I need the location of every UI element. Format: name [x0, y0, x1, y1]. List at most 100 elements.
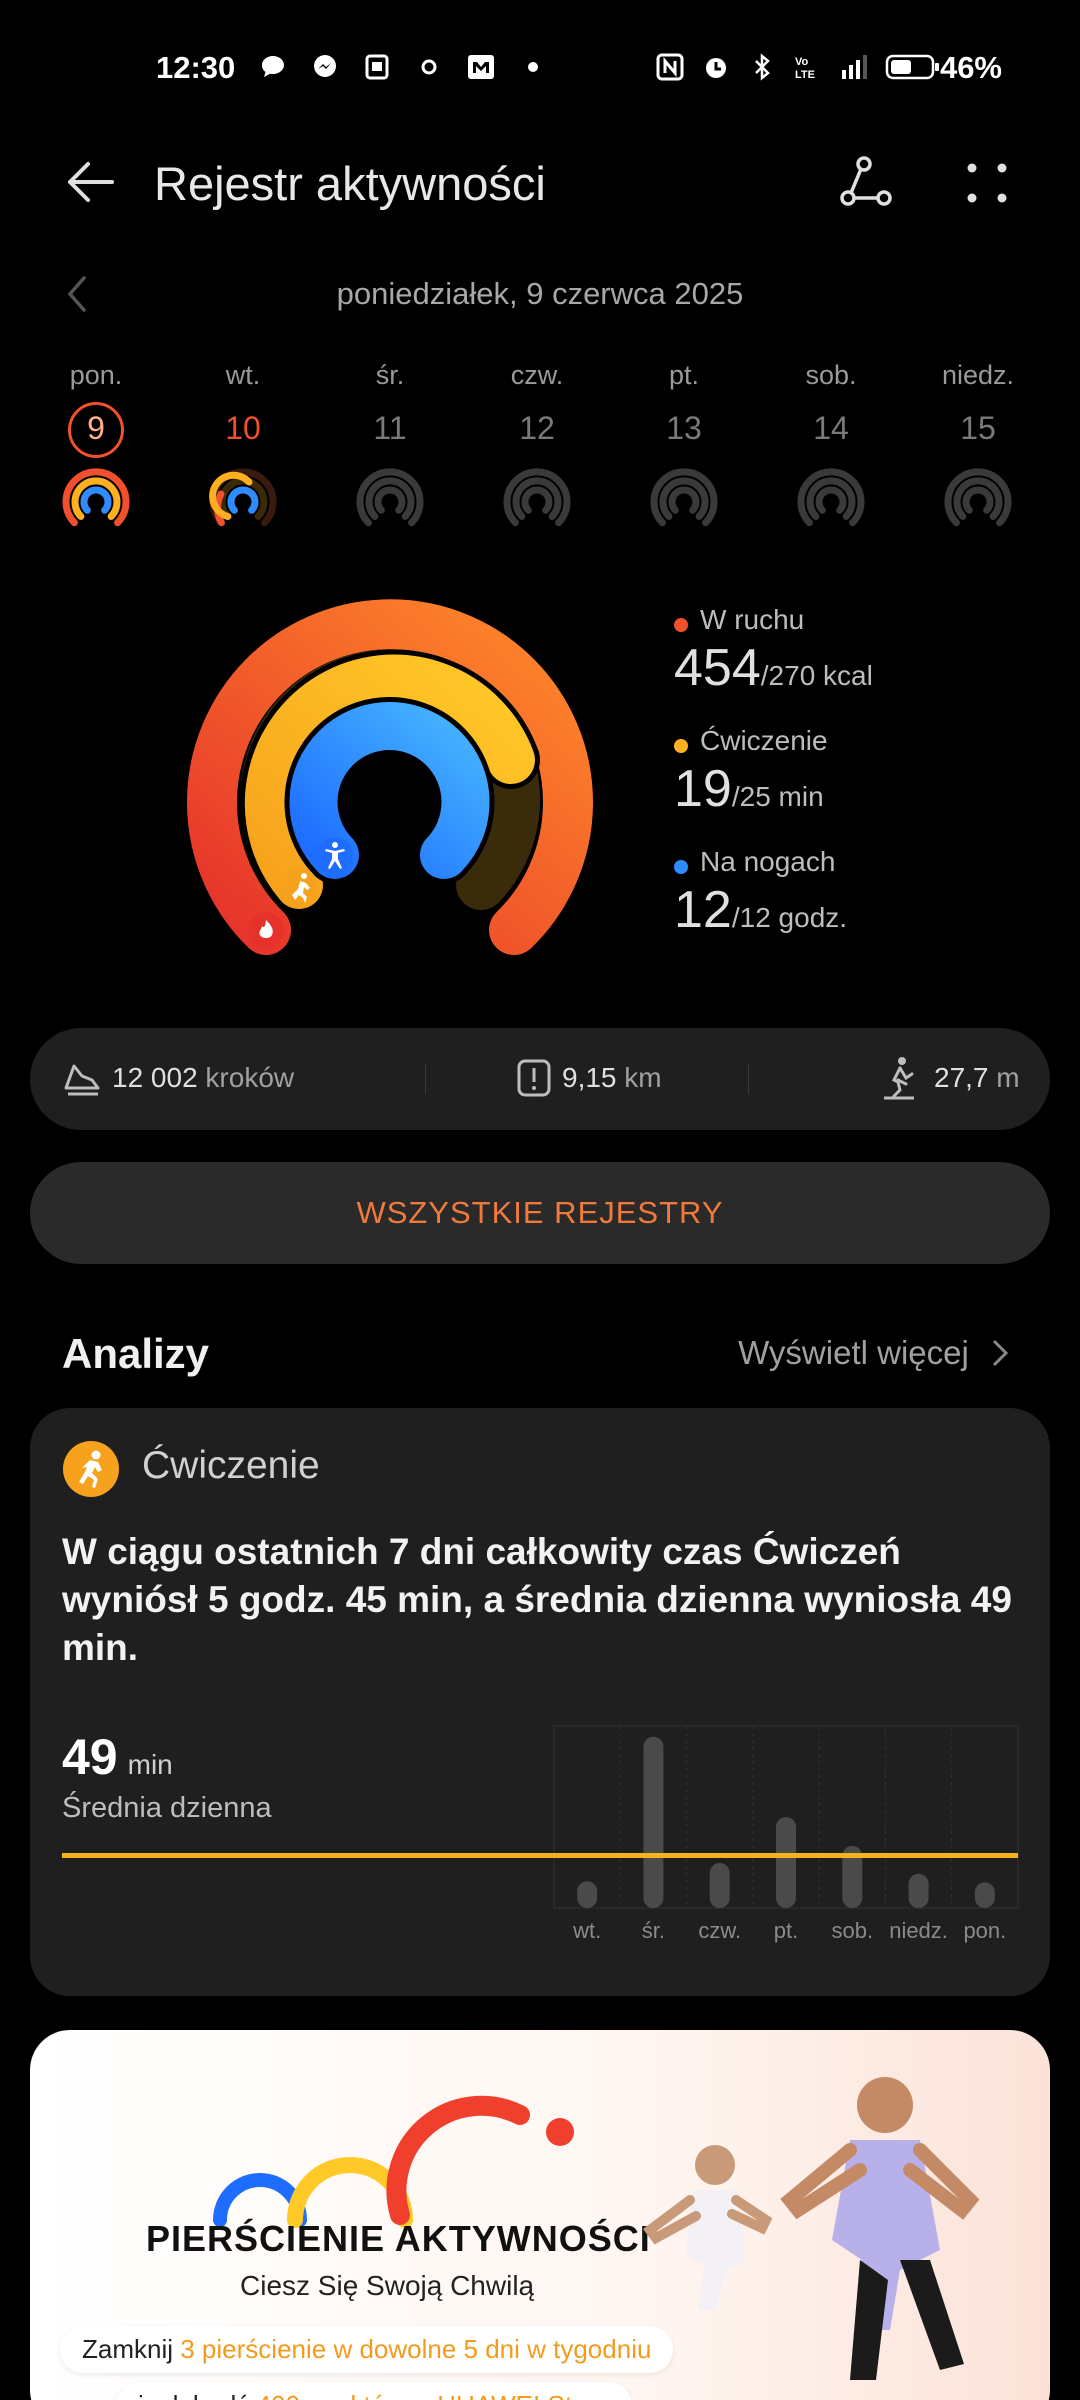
rings-logo	[213, 2095, 574, 2228]
chart-x-label: czw.	[698, 1918, 741, 1943]
svg-text:LTE: LTE	[795, 69, 815, 81]
day-rings-icon[interactable]	[795, 462, 867, 534]
chevron-right-icon	[992, 1339, 1009, 1367]
stand-value: 12	[674, 881, 732, 939]
day-rings-icon[interactable]	[501, 462, 573, 534]
promo-line1-prefix: Zamknij	[82, 2334, 174, 2364]
day-number[interactable]: 11	[330, 410, 450, 447]
shield-app-icon	[365, 54, 389, 80]
selected-date: poniedziałek, 9 czerwca 2025	[336, 276, 744, 311]
distance-unit: km	[624, 1062, 662, 1093]
chart-bar	[908, 1873, 929, 1908]
promo-line2-highlight: 400 punktów w HUAWEI Store	[257, 2390, 610, 2400]
exercise-unit: /25 min	[731, 781, 824, 812]
svg-text:Vo: Vo	[795, 56, 809, 68]
exercise-analysis-card[interactable]: Ćwiczenie W ciągu ostatnich 7 dni całkow…	[30, 1408, 1050, 1996]
stand-unit: /12 godz.	[731, 902, 848, 933]
lens-icon	[421, 59, 437, 75]
chart-x-label: sob.	[831, 1918, 873, 1943]
weekday-label: wt.	[225, 360, 261, 390]
day-rings-icon[interactable]	[942, 462, 1014, 534]
activity-rings	[187, 599, 593, 955]
daily-stats-bar[interactable]: 12 002 kroków 9,15 km 27,7 m	[30, 1028, 1050, 1130]
alarm-icon	[706, 58, 726, 78]
metric-exercise: Ćwiczenie 19/25 min	[674, 725, 828, 819]
exercise-bar-chart: wt. śr. czw. pt. sob. niedz. pon.	[62, 1725, 1019, 1943]
weekday-label: pt.	[668, 360, 700, 390]
divider	[748, 1064, 749, 1094]
day-number[interactable]: 15	[918, 410, 1038, 447]
page-title: Rejestr aktywności	[154, 157, 546, 210]
distance-icon	[517, 1059, 551, 1097]
day-number[interactable]: 13	[624, 410, 744, 447]
metric-stand: Na nogach 12/12 godz.	[674, 846, 847, 940]
day-rings-icon[interactable]	[207, 462, 279, 534]
promo-banner[interactable]: PIERŚCIENIE AKTYWNOŚCI Ciesz Się Swoją C…	[30, 2030, 1050, 2400]
volte-icon: VoLTE	[795, 56, 815, 81]
chart-bar	[643, 1736, 664, 1908]
nfc-icon	[656, 53, 684, 81]
climb-unit: m	[996, 1062, 1020, 1093]
selected-day-circle	[68, 402, 124, 458]
dot-icon	[528, 62, 538, 72]
move-unit: /270 kcal	[760, 660, 873, 691]
day-number[interactable]: 10	[183, 410, 303, 447]
chart-bar	[776, 1817, 796, 1908]
battery-icon	[885, 54, 939, 80]
weekday-label: czw.	[510, 360, 564, 390]
share-icon[interactable]	[834, 154, 894, 210]
all-records-button[interactable]: WSZYSTKIE REJESTRY	[30, 1162, 1050, 1264]
signal-icon	[842, 55, 867, 79]
day-number[interactable]: 12	[477, 410, 597, 447]
steps-value: 12 002	[112, 1062, 198, 1093]
chart-x-label: pon.	[963, 1918, 1006, 1943]
more-icon[interactable]	[962, 158, 1012, 208]
chart-x-label: niedz.	[889, 1918, 948, 1943]
promo-line-2: i zdobądź 400 punktów w HUAWEI Store	[116, 2382, 632, 2400]
analysis-heading: Analizy	[62, 1330, 210, 1377]
system-icons: Vo LTE	[655, 52, 941, 82]
promo-line2-prefix: i zdobądź	[138, 2390, 249, 2400]
day-rings-icon[interactable]	[648, 462, 720, 534]
distance-value: 9,15	[562, 1062, 617, 1093]
bluetooth-icon	[755, 53, 770, 81]
chart-bar	[709, 1863, 730, 1908]
chart-x-label: pt.	[774, 1918, 798, 1943]
promo-subtitle: Ciesz Się Swoją Chwilą	[240, 2270, 535, 2301]
steps-icon	[64, 1064, 100, 1096]
weekday-label: pon.	[69, 360, 123, 390]
promo-title: PIERŚCIENIE AKTYWNOŚCI	[146, 2218, 651, 2259]
weekday-label: niedz.	[941, 360, 1015, 390]
chart-bar	[974, 1882, 995, 1908]
weekday-label: śr.	[375, 360, 405, 390]
exercise-value: 19	[674, 760, 732, 818]
arrow-left-icon[interactable]	[62, 154, 118, 210]
weekday-label: sob.	[805, 360, 857, 390]
day-number[interactable]: 14	[771, 410, 891, 447]
chart-x-label: śr.	[642, 1918, 665, 1943]
chart-bar	[577, 1881, 598, 1908]
m-app-icon	[468, 55, 494, 79]
runners-illustration	[643, 2077, 980, 2380]
promo-line-1: Zamknij 3 pierścienie w dowolne 5 dni w …	[60, 2326, 674, 2373]
chart-x-label: wt.	[572, 1918, 601, 1943]
day-rings-icon[interactable]	[354, 462, 426, 534]
distance-stat: 9,15 km	[562, 1062, 662, 1094]
chat-icon	[262, 56, 284, 77]
move-dot	[674, 617, 688, 632]
stand-label: Na nogach	[700, 846, 836, 877]
move-value: 454	[674, 639, 761, 697]
climb-stat: 27,7 m	[934, 1062, 1020, 1094]
status-time: 12:30	[156, 50, 236, 85]
move-label: W ruchu	[700, 604, 805, 635]
notification-icons	[258, 52, 548, 82]
view-more-link[interactable]: Wyświetl więcej	[738, 1334, 1010, 1372]
climb-icon	[884, 1057, 914, 1100]
steps-stat: 12 002 kroków	[112, 1062, 294, 1094]
exercise-dot	[674, 738, 688, 753]
battery-percent: 46%	[939, 50, 1002, 85]
stand-dot	[674, 859, 688, 874]
day-rings-icon[interactable]	[60, 462, 132, 534]
divider	[425, 1064, 426, 1094]
promo-line1-highlight: 3 pierścienie w dowolne 5 dni w tygodniu	[180, 2334, 652, 2364]
